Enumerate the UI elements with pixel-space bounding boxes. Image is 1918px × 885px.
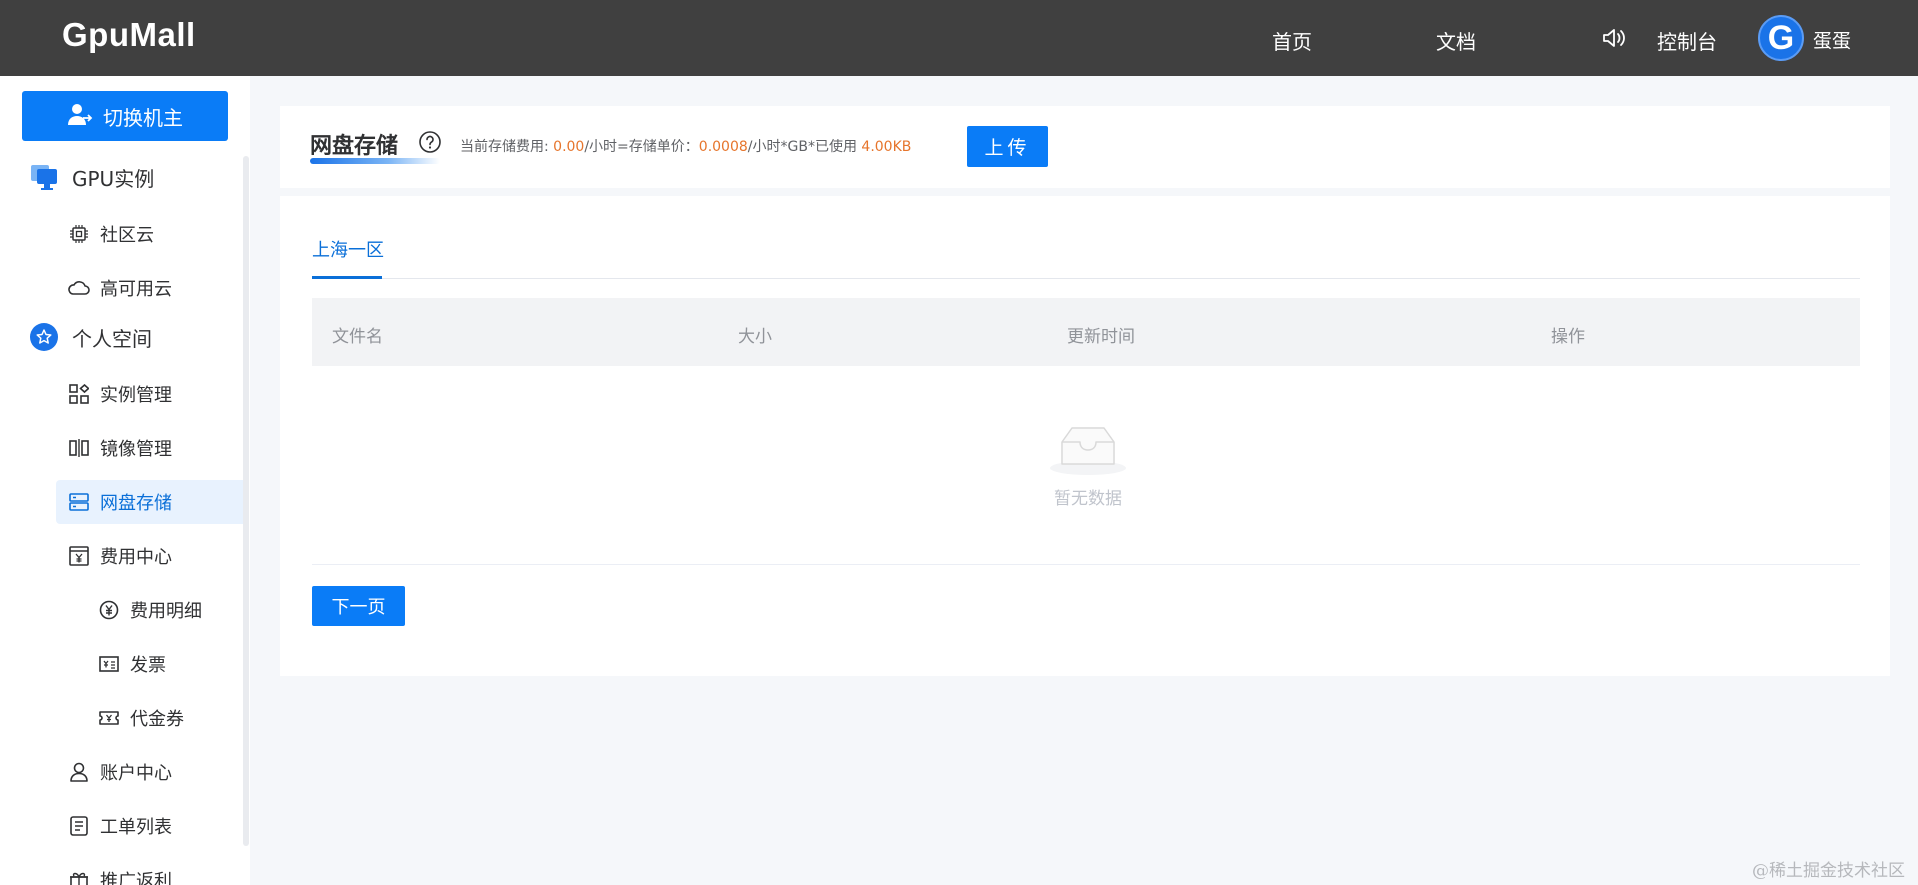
avatar[interactable]: G	[1758, 15, 1804, 61]
sidebar-item-invoice[interactable]: 发票	[86, 642, 244, 686]
sidebar-item-tickets[interactable]: 工单列表	[56, 804, 244, 848]
sidebar-item-label: 工单列表	[100, 817, 172, 838]
sidebar-item-label: 社区云	[100, 225, 154, 246]
chip-icon	[68, 223, 90, 245]
table-bottom-border	[312, 564, 1860, 565]
user-switch-icon	[67, 101, 93, 132]
sidebar-item-referral[interactable]: 推广返利	[56, 858, 244, 885]
sidebar-item-label: 费用明细	[130, 601, 202, 622]
sidebar-item-instances[interactable]: 实例管理	[56, 372, 244, 416]
storage-cost-info: 当前存储费用: 0.00/小时=存储单价：0.0008/小时*GB*已使用 4.…	[460, 136, 911, 156]
cost-mid: /小时=存储单价：	[584, 139, 699, 155]
cost-suffix: /小时*GB*已使用	[747, 139, 862, 155]
empty-state-text: 暂无数据	[1054, 489, 1122, 509]
storage-main-card: 上海一区 文件名 大小 更新时间 操作 暂无数据 下一页	[280, 196, 1890, 676]
sidebar-item-images[interactable]: 镜像管理	[56, 426, 244, 470]
tab-divider	[312, 278, 1860, 279]
sidebar-item-label: 高可用云	[100, 279, 172, 300]
sidebar-group-label: GPU实例	[72, 166, 155, 191]
storage-header-card: 网盘存储 当前存储费用: 0.00/小时=存储单价：0.0008/小时*GB*已…	[280, 106, 1890, 188]
star-icon	[28, 321, 60, 353]
mirror-icon	[68, 437, 90, 459]
ticket-icon	[68, 815, 90, 837]
sidebar-item-label: 网盘存储	[100, 493, 172, 514]
sidebar-item-label: 账户中心	[100, 763, 172, 784]
sidebar-item-label: 镜像管理	[100, 439, 172, 460]
used-size: 4.00KB	[861, 139, 912, 155]
user-icon	[68, 761, 90, 783]
sidebar-item-label: 代金券	[130, 709, 184, 730]
sidebar: 切换机主 GPU实例 社区云 高可用云 个人空间 实例管理 镜像管理 网盘存储 …	[0, 76, 250, 885]
nav-docs-link[interactable]: 文档	[1436, 26, 1476, 55]
coupon-icon	[98, 707, 120, 729]
column-header-size: 大小	[738, 327, 772, 347]
switch-owner-button[interactable]: 切换机主	[22, 91, 228, 141]
speaker-icon[interactable]	[1601, 26, 1627, 50]
help-icon[interactable]	[418, 130, 442, 154]
grid-icon	[68, 383, 90, 405]
top-navbar: GpuMall 首页 文档 控制台 G 蛋蛋	[0, 0, 1918, 76]
tab-active-indicator	[312, 276, 382, 279]
sidebar-item-label: 发票	[130, 655, 166, 676]
sidebar-group-gpu[interactable]: GPU实例	[28, 161, 154, 193]
sidebar-item-account[interactable]: 账户中心	[56, 750, 244, 794]
storage-icon	[68, 491, 90, 513]
column-header-actions: 操作	[1551, 327, 1585, 347]
invoice-icon	[98, 653, 120, 675]
monitor-icon	[28, 161, 60, 193]
gift-icon	[68, 869, 90, 885]
sidebar-item-billing-details[interactable]: 费用明细	[86, 588, 244, 632]
app-logo[interactable]: GpuMall	[62, 16, 196, 54]
sidebar-item-label: 推广返利	[100, 871, 172, 885]
cloud-icon	[68, 277, 90, 299]
nav-console-link[interactable]: 控制台	[1657, 26, 1717, 55]
table-header: 文件名 大小 更新时间 操作	[312, 298, 1860, 366]
column-header-filename: 文件名	[332, 327, 383, 347]
yen-icon	[98, 599, 120, 621]
nav-home-link[interactable]: 首页	[1272, 26, 1312, 55]
sidebar-item-label: 实例管理	[100, 385, 172, 406]
unit-price: 0.0008	[698, 139, 748, 155]
sidebar-item-label: 费用中心	[100, 547, 172, 568]
tab-shanghai-1[interactable]: 上海一区	[312, 236, 384, 262]
page-title: 网盘存储	[310, 134, 399, 159]
sidebar-item-billing[interactable]: 费用中心	[56, 534, 244, 578]
sidebar-group-personal[interactable]: 个人空间	[28, 321, 152, 353]
sidebar-scrollbar[interactable]	[243, 156, 249, 846]
username[interactable]: 蛋蛋	[1813, 26, 1851, 53]
sidebar-group-label: 个人空间	[72, 326, 152, 351]
cost-value: 0.00	[553, 139, 585, 155]
cost-prefix: 当前存储费用:	[460, 139, 554, 155]
watermark-text: @稀土掘金技术社区	[1752, 861, 1905, 881]
sidebar-item-ha-cloud[interactable]: 高可用云	[56, 266, 244, 310]
column-header-updated: 更新时间	[1067, 327, 1135, 347]
upload-button[interactable]: 上传	[967, 126, 1048, 167]
next-page-button[interactable]: 下一页	[312, 586, 405, 626]
sidebar-item-community-cloud[interactable]: 社区云	[56, 212, 244, 256]
sidebar-item-storage[interactable]: 网盘存储	[56, 480, 244, 524]
title-underline	[310, 158, 440, 164]
sidebar-item-coupon[interactable]: 代金券	[86, 696, 244, 740]
billing-icon	[68, 545, 90, 567]
switch-owner-label: 切换机主	[103, 105, 183, 130]
empty-inbox-icon	[1048, 420, 1128, 476]
